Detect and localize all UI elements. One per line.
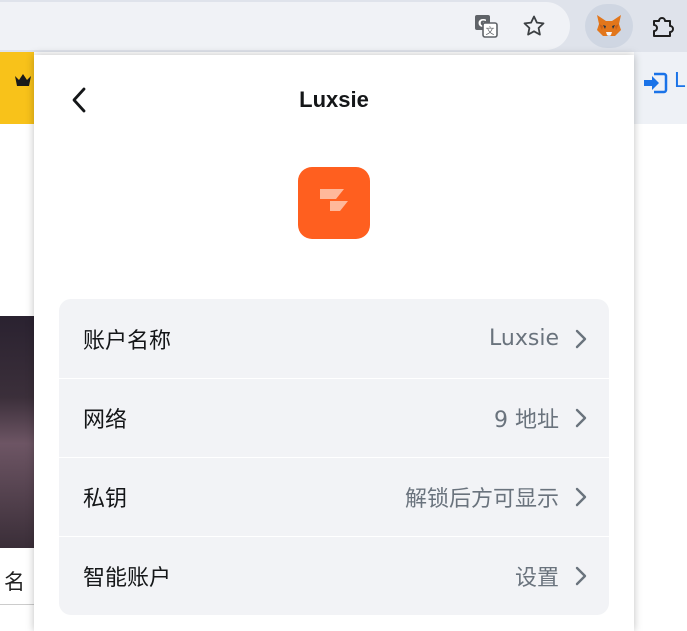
row-label: 网络 (83, 408, 128, 433)
account-details-list: 账户名称 Luxsie 网络 9 地址 私钥 解锁后方可显示 智能账户 设置 (59, 299, 609, 615)
page-name-label: 名 (4, 570, 25, 594)
svg-text:文: 文 (485, 25, 494, 37)
row-label: 智能账户 (83, 566, 172, 591)
private-key-row[interactable]: 私钥 解锁后方可显示 (59, 457, 609, 536)
chevron-right-icon (575, 487, 589, 507)
chevron-right-icon (575, 566, 589, 586)
account-details-popup: Luxsie 账户名称 Luxsie 网络 9 地址 私钥 解锁后方可显示 智能… (34, 55, 634, 631)
account-avatar-icon (320, 189, 348, 211)
login-link[interactable]: L (674, 68, 685, 92)
extensions-puzzle-icon[interactable] (645, 9, 679, 43)
row-label: 私钥 (83, 487, 128, 512)
page-divider (0, 604, 34, 605)
chevron-right-icon (575, 329, 589, 349)
account-avatar (298, 167, 370, 239)
chevron-right-icon (575, 408, 589, 428)
login-icon[interactable] (642, 72, 668, 98)
bookmark-star-icon[interactable] (518, 10, 550, 42)
row-value: 解锁后方可显示 (404, 487, 559, 512)
browser-toolbar: G 文 (0, 0, 687, 52)
row-value: 设置 (514, 566, 559, 591)
account-name-row[interactable]: 账户名称 Luxsie (59, 299, 609, 378)
metamask-extension-button[interactable] (585, 4, 633, 48)
row-label: 账户名称 (83, 328, 172, 354)
row-value: 9 地址 (494, 408, 559, 433)
page-thumbnail-image (0, 316, 34, 548)
network-row[interactable]: 网络 9 地址 (59, 378, 609, 457)
page-title: Luxsie (299, 87, 369, 112)
translate-icon[interactable]: G 文 (470, 10, 502, 42)
smart-account-row[interactable]: 智能账户 设置 (59, 536, 609, 615)
crown-icon (14, 72, 32, 91)
metamask-fox-icon (597, 15, 621, 36)
row-value: Luxsie (489, 326, 559, 351)
